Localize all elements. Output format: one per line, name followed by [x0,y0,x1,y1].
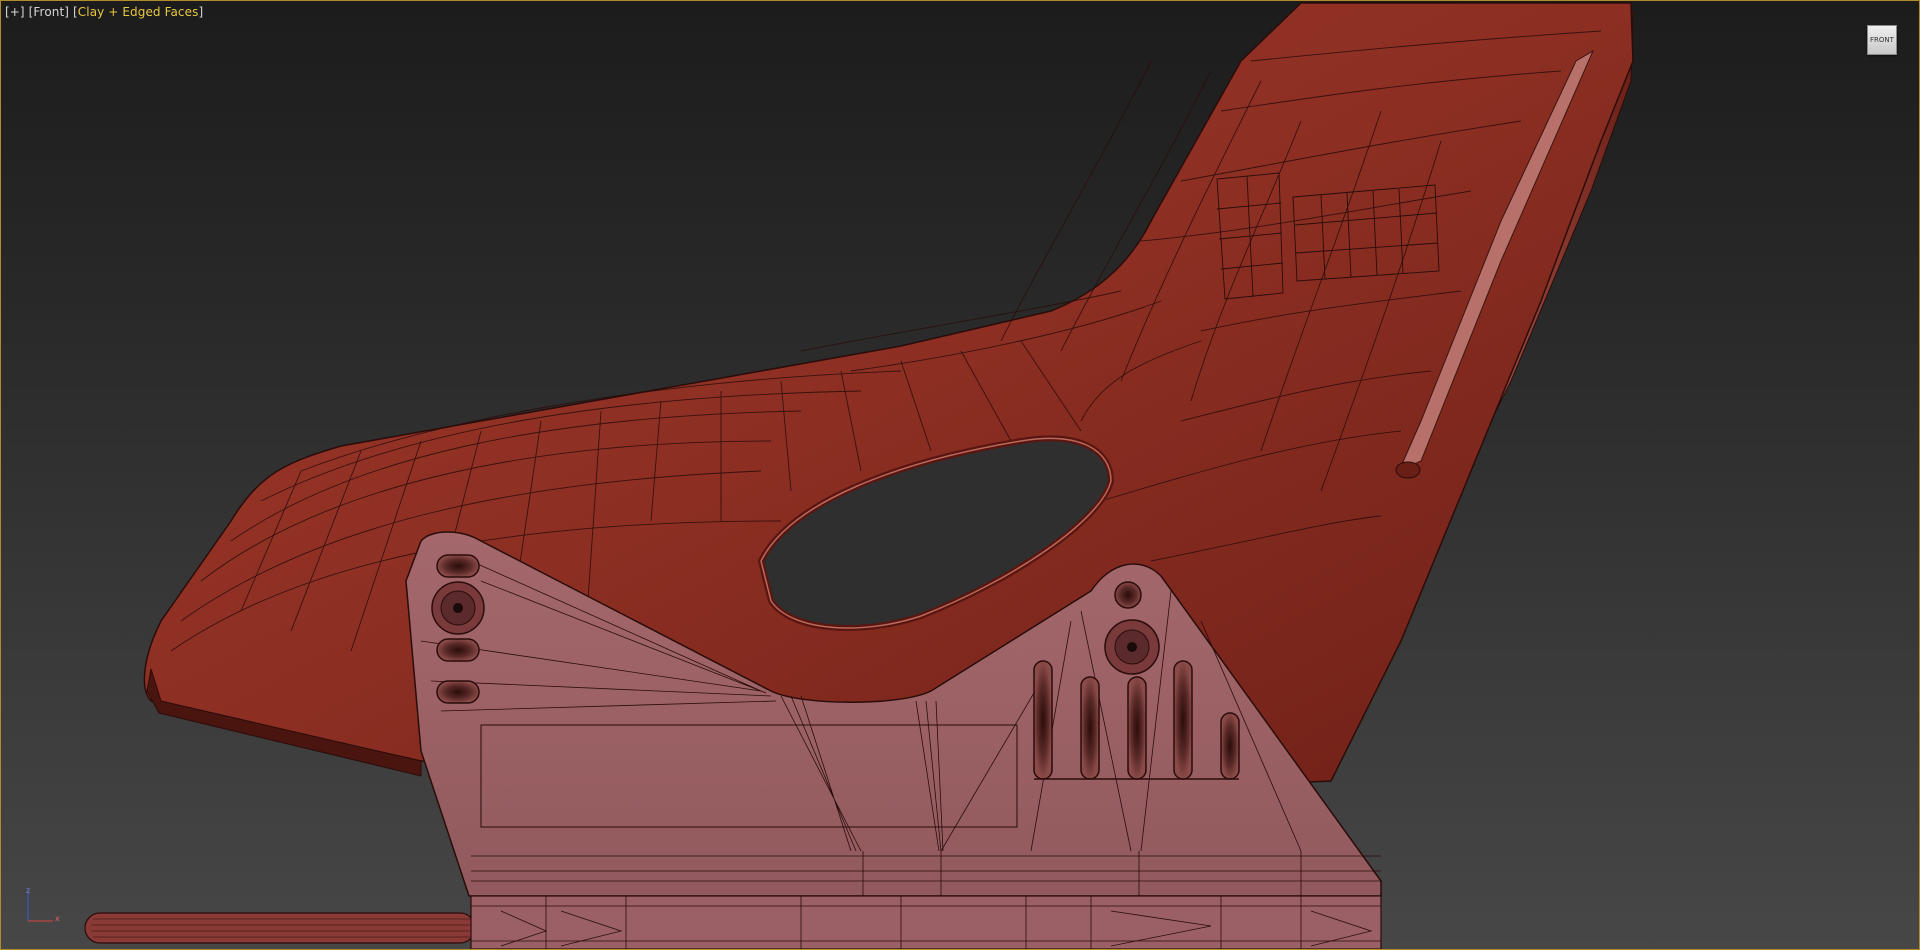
bracket-top-hole-right [1114,581,1142,609]
bracket-vslot-4 [1173,660,1193,780]
z-axis-label: z [26,887,30,895]
bracket-vslot-1 [1033,660,1053,780]
bracket-bolt-right-core [1127,642,1137,652]
shading-close-bracket: ] [198,5,204,19]
seat-back-small-hole [1395,461,1421,479]
axis-tripod-icon: z x [26,887,60,923]
shading-mode-button[interactable]: Clay + Edged Faces [78,5,199,19]
bracket-vslot-3 [1127,676,1147,780]
seat-shell-body [143,2,1634,792]
viewcube-face-label: FRONT [1870,36,1894,44]
bracket-bolt-left-core [453,603,463,613]
front-viewport[interactable]: [+] [Front] [Clay + Edged Faces] FRONT z… [0,0,1920,950]
x-axis-label: x [55,914,60,923]
bracket-slot-left-1 [436,554,480,578]
bracket-vslot-2 [1080,676,1100,780]
seat-model-scene[interactable] [1,1,1919,949]
bracket-slot-left-3 [436,680,480,704]
viewport-label-bar: [+] [Front] [Clay + Edged Faces] [5,5,203,19]
viewcube-icon[interactable]: FRONT [1867,25,1897,55]
bracket-vslot-5 [1220,712,1240,780]
rail-rod [84,912,476,944]
slider-rail [84,895,1382,949]
viewport-menu-button[interactable]: [+] [5,5,25,19]
bracket-slot-left-2 [436,638,480,662]
view-type-button[interactable]: [Front] [29,5,69,19]
seat-shell [143,2,1634,792]
